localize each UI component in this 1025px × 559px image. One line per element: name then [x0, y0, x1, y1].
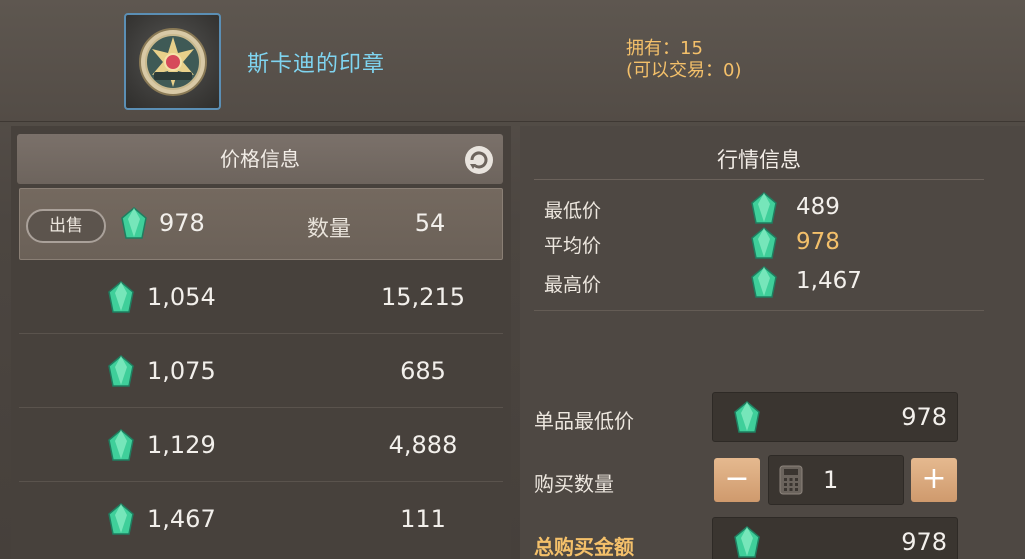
listing-row[interactable]: 1,054 15,215 [19, 262, 503, 334]
auction-window: 斯卡迪的印章 拥有：15 (可以交易：0) 价格信息 出售 978 数量 54 [0, 0, 1025, 559]
buy-quantity-label: 购买数量 [534, 472, 614, 496]
gem-icon [121, 207, 147, 239]
listing-row[interactable]: 1,467 111 [19, 484, 503, 556]
gem-icon [751, 227, 777, 259]
market-info-title: 行情信息 [534, 142, 984, 180]
gem-icon [751, 266, 777, 298]
highest-price-label: 最高价 [544, 274, 602, 296]
item-header: 斯卡迪的印章 拥有：15 (可以交易：0) [0, 0, 1025, 122]
unit-min-price-value: 978 [901, 403, 947, 431]
quantity-label: 数量 [307, 217, 352, 242]
average-price-label: 平均价 [544, 235, 602, 257]
listing-price: 1,075 [147, 357, 216, 385]
price-info-panel: 价格信息 出售 978 数量 54 1,054 15,215 1,075 685… [11, 126, 511, 559]
listing-price: 1,467 [147, 505, 216, 533]
gem-icon [734, 401, 760, 433]
listing-row[interactable]: 1,129 4,888 [19, 410, 503, 482]
listing-price: 1,054 [147, 283, 216, 311]
seal-icon [124, 13, 221, 110]
market-info-panel: 行情信息 最低价 489 平均价 978 最高价 1,467 单品最低价 978 [520, 126, 1025, 559]
calculator-icon[interactable] [779, 465, 803, 495]
gem-icon [108, 429, 134, 461]
listing-row[interactable]: 出售 978 数量 54 [19, 188, 503, 260]
listing-quantity: 685 [400, 357, 446, 385]
item-name: 斯卡迪的印章 [247, 52, 386, 77]
highest-price-value: 1,467 [796, 268, 862, 294]
listing-quantity: 111 [400, 505, 446, 533]
unit-min-price-label: 单品最低价 [534, 409, 634, 433]
tradable-label: (可以交易：0) [626, 60, 742, 81]
total-amount-value: 978 [901, 528, 947, 556]
gem-icon [734, 526, 760, 558]
listing-price: 978 [159, 209, 205, 237]
sell-button[interactable]: 出售 [26, 209, 106, 243]
owned-label: 拥有：15 [626, 38, 703, 59]
buy-quantity-input[interactable]: 1 [768, 455, 904, 505]
gem-icon [751, 192, 777, 224]
buy-quantity-value: 1 [823, 466, 839, 494]
owned-count: 拥有：15 (可以交易：0) [626, 38, 742, 82]
average-price-value: 978 [796, 229, 840, 255]
listing-quantity: 15,215 [381, 283, 465, 311]
listing-quantity: 4,888 [388, 431, 458, 459]
listing-quantity: 54 [414, 209, 446, 237]
gem-icon [108, 503, 134, 535]
lowest-price-value: 489 [796, 194, 840, 220]
total-amount-label: 总购买金额 [534, 535, 634, 559]
total-amount-field: 978 [712, 517, 958, 559]
divider [534, 310, 984, 311]
gem-icon [108, 281, 134, 313]
gem-icon [108, 355, 134, 387]
unit-min-price-field: 978 [712, 392, 958, 442]
listing-row[interactable]: 1,075 685 [19, 336, 503, 408]
price-info-title: 价格信息 [220, 147, 300, 171]
decrease-quantity-button[interactable]: − [714, 458, 760, 502]
lowest-price-label: 最低价 [544, 200, 602, 222]
listing-price: 1,129 [147, 431, 216, 459]
price-info-header: 价格信息 [17, 134, 503, 184]
increase-quantity-button[interactable]: + [911, 458, 957, 502]
refresh-icon[interactable] [463, 144, 495, 176]
